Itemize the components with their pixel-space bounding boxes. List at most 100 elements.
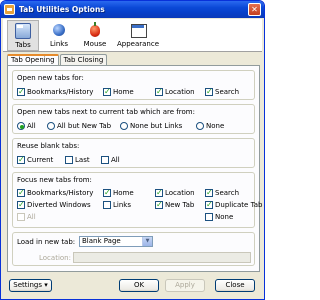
checkbox-open-home[interactable]: Home bbox=[103, 87, 134, 96]
checkbox-label: Last bbox=[75, 156, 90, 164]
radio[interactable] bbox=[120, 122, 128, 130]
app-icon bbox=[4, 4, 15, 15]
close-window-button[interactable]: ✕ bbox=[248, 3, 261, 16]
load-in-new-tab-value: Blank Page bbox=[82, 237, 121, 245]
checkbox[interactable] bbox=[65, 156, 73, 164]
radio-next-all-but-new-tab[interactable]: All but New Tab bbox=[47, 122, 111, 130]
checkbox-label: Bookmarks/History bbox=[27, 88, 94, 96]
location-label: Location: bbox=[39, 254, 71, 262]
checkbox[interactable] bbox=[17, 188, 25, 197]
checkbox-reuse-last[interactable]: Last bbox=[65, 156, 90, 164]
checkbox[interactable] bbox=[155, 87, 163, 96]
checkbox[interactable] bbox=[103, 188, 111, 197]
checkbox-label: Home bbox=[113, 88, 134, 96]
checkbox-label: New Tab bbox=[165, 201, 195, 209]
checkbox-focus-duplicate-tab[interactable]: Duplicate Tab bbox=[205, 200, 263, 209]
category-toolbar: Tabs Links Mouse Appearance bbox=[3, 19, 262, 52]
checkbox[interactable] bbox=[155, 200, 163, 209]
checkbox[interactable] bbox=[17, 87, 25, 96]
checkbox-focus-none[interactable]: None bbox=[205, 213, 233, 221]
radio-next-none-but-links[interactable]: None but Links bbox=[120, 122, 182, 130]
category-tabs-label: Tabs bbox=[15, 41, 31, 49]
load-in-new-tab-group: Load in new tab: Blank Page ▼ Location: bbox=[12, 232, 255, 266]
checkbox[interactable] bbox=[205, 188, 213, 197]
open-new-tabs-group: Open new tabs for: Bookmarks/History Hom… bbox=[12, 70, 255, 100]
radio-label: None bbox=[206, 122, 225, 130]
radio-next-none[interactable]: None bbox=[196, 122, 224, 130]
radio-label: All but New Tab bbox=[57, 122, 112, 130]
category-links[interactable]: Links bbox=[43, 20, 75, 51]
reuse-blank-tabs-group: Reuse blank tabs: Current Last All bbox=[12, 138, 255, 168]
checkbox-open-bookmarks[interactable]: Bookmarks/History bbox=[17, 87, 94, 96]
ok-button[interactable]: OK bbox=[119, 279, 159, 292]
checkbox-label: Diverted Windows bbox=[27, 201, 91, 209]
checkbox[interactable] bbox=[17, 155, 25, 164]
checkbox-label: Duplicate Tab bbox=[215, 201, 263, 209]
category-tabs[interactable]: Tabs bbox=[7, 20, 39, 51]
checkbox-label: All bbox=[111, 156, 120, 164]
checkbox[interactable] bbox=[205, 87, 213, 96]
checkbox-label: All bbox=[27, 213, 36, 221]
chevron-down-icon: ▾ bbox=[44, 281, 48, 289]
checkbox-label: Search bbox=[215, 189, 240, 197]
checkbox[interactable] bbox=[17, 213, 25, 221]
checkbox-reuse-current[interactable]: Current bbox=[17, 155, 54, 164]
radio-label: All bbox=[27, 122, 36, 130]
radio-label: None but Links bbox=[130, 122, 183, 130]
checkbox-focus-location[interactable]: Location bbox=[155, 188, 195, 197]
category-mouse[interactable]: Mouse bbox=[79, 20, 111, 51]
open-new-tabs-title: Open new tabs for: bbox=[17, 74, 84, 82]
category-appearance-label: Appearance bbox=[116, 40, 160, 48]
radio[interactable] bbox=[47, 122, 55, 130]
checkbox-focus-links[interactable]: Links bbox=[103, 201, 131, 209]
reuse-blank-tabs-title: Reuse blank tabs: bbox=[17, 142, 80, 150]
checkbox-focus-search[interactable]: Search bbox=[205, 188, 240, 197]
checkbox[interactable] bbox=[17, 200, 25, 209]
mouse-icon bbox=[87, 22, 103, 38]
checkbox-focus-bookmarks[interactable]: Bookmarks/History bbox=[17, 188, 94, 197]
checkbox[interactable] bbox=[101, 156, 109, 164]
checkbox-focus-new-tab[interactable]: New Tab bbox=[155, 200, 195, 209]
settings-button[interactable]: Settings ▾ bbox=[9, 279, 52, 292]
checkbox-focus-diverted-windows[interactable]: Diverted Windows bbox=[17, 200, 91, 209]
checkbox-label: Current bbox=[27, 156, 54, 164]
checkbox-focus-home[interactable]: Home bbox=[103, 188, 134, 197]
appearance-icon bbox=[130, 22, 147, 38]
checkbox-open-location[interactable]: Location bbox=[155, 87, 195, 96]
checkbox-label: Location bbox=[165, 189, 195, 197]
checkbox-open-search[interactable]: Search bbox=[205, 87, 240, 96]
category-appearance[interactable]: Appearance bbox=[115, 20, 161, 51]
open-next-to-current-title: Open new tabs next to current tab which … bbox=[17, 108, 195, 116]
category-links-label: Links bbox=[50, 40, 68, 48]
checkbox-label: Location bbox=[165, 88, 195, 96]
load-in-new-tab-select[interactable]: Blank Page ▼ bbox=[79, 236, 153, 247]
tab-opening-panel: Open new tabs for: Bookmarks/History Hom… bbox=[7, 65, 263, 272]
window-title: Tab Utilities Options bbox=[19, 5, 105, 14]
location-field[interactable] bbox=[73, 252, 251, 263]
focus-new-tabs-title: Focus new tabs from: bbox=[17, 176, 92, 184]
open-next-to-current-group: Open new tabs next to current tab which … bbox=[12, 104, 255, 134]
checkbox[interactable] bbox=[103, 201, 111, 209]
close-button[interactable]: Close bbox=[215, 279, 255, 292]
checkbox[interactable] bbox=[205, 200, 213, 209]
chevron-down-icon[interactable]: ▼ bbox=[142, 237, 152, 246]
checkbox-label: Home bbox=[113, 189, 134, 197]
title-bar[interactable]: Tab Utilities Options ✕ bbox=[1, 1, 264, 18]
load-in-new-tab-label: Load in new tab: bbox=[17, 238, 76, 246]
settings-button-label: Settings bbox=[13, 281, 42, 289]
checkbox[interactable] bbox=[155, 188, 163, 197]
options-window: Tab Utilities Options ✕ Tabs Links Mouse… bbox=[0, 0, 265, 300]
checkbox-label: Search bbox=[215, 88, 240, 96]
category-mouse-label: Mouse bbox=[83, 40, 107, 48]
checkbox-label: Links bbox=[113, 201, 131, 209]
checkbox-focus-all[interactable]: All bbox=[17, 213, 36, 221]
radio[interactable] bbox=[17, 122, 25, 130]
checkbox-label: Bookmarks/History bbox=[27, 189, 94, 197]
apply-button[interactable]: Apply bbox=[165, 279, 205, 292]
checkbox[interactable] bbox=[205, 213, 213, 221]
tabs-icon bbox=[15, 23, 31, 39]
checkbox-reuse-all[interactable]: All bbox=[101, 156, 120, 164]
radio[interactable] bbox=[196, 122, 204, 130]
checkbox[interactable] bbox=[103, 87, 111, 96]
radio-next-all[interactable]: All bbox=[17, 122, 36, 130]
